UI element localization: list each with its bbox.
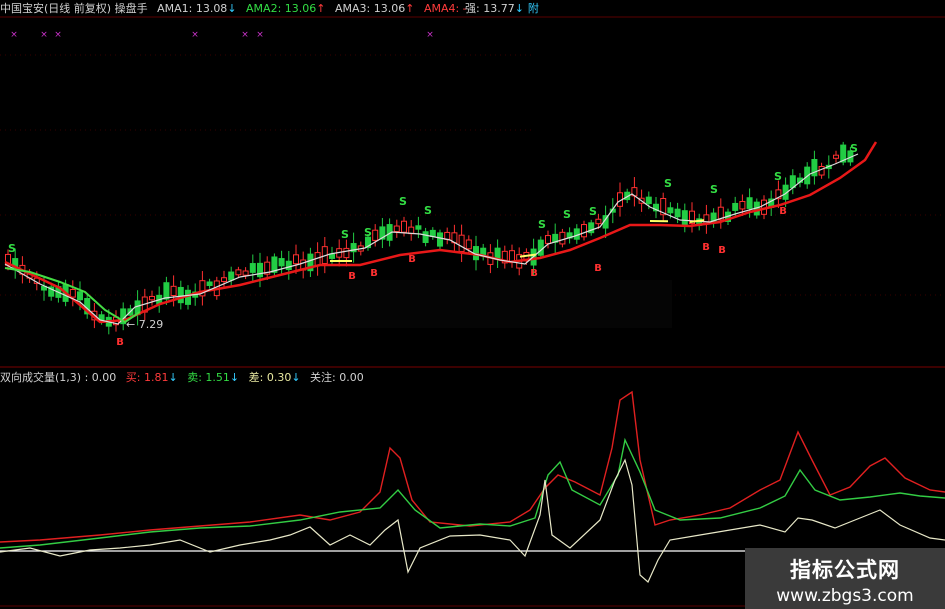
candle-up <box>465 239 472 250</box>
buy-signal-b: B <box>779 206 787 217</box>
candle-down <box>278 258 285 267</box>
focus-value: 关注: 0.00 <box>310 371 364 384</box>
buy-value: 买: 1.81↓ <box>125 371 178 384</box>
candle-down <box>537 239 544 256</box>
candle-down <box>329 253 335 259</box>
candle-down <box>573 228 580 240</box>
candle-up <box>170 285 177 296</box>
buy-volume-line <box>0 390 945 543</box>
candle-up <box>581 224 587 238</box>
sell-signal-s: S <box>589 205 597 218</box>
candle-down <box>177 286 184 304</box>
candle-up <box>739 200 746 210</box>
sell-signal-s: S <box>710 183 718 196</box>
sell-signal-s: S <box>364 226 372 239</box>
candle-down <box>77 291 83 301</box>
marker-x: × <box>241 30 249 40</box>
candle-up <box>818 165 825 176</box>
buy-signal-b: B <box>530 268 538 279</box>
sell-signal-s: S <box>664 177 672 190</box>
marker-x: × <box>40 30 48 40</box>
marker-x: × <box>54 30 62 40</box>
candle-up <box>221 277 227 282</box>
watermark-title: 指标公式网 <box>790 558 900 582</box>
sell-value: 卖: 1.51↓ <box>187 371 240 384</box>
redaction-block-top-right <box>534 18 945 140</box>
candle-down <box>437 232 443 247</box>
candle-up <box>444 231 451 240</box>
candle-up <box>235 269 242 276</box>
buy-signal-b: B <box>116 337 124 348</box>
marker-x: × <box>10 30 18 40</box>
candle-up <box>242 270 249 276</box>
candle-up <box>833 154 839 159</box>
candle-down <box>257 262 263 278</box>
marker-x: × <box>256 30 264 40</box>
candle-up <box>509 250 515 263</box>
candle-up <box>393 225 400 233</box>
buy-signal-b: B <box>370 268 378 279</box>
candle-up <box>458 234 465 252</box>
sell-signal-s: S <box>538 218 546 231</box>
sell-signal-s: S <box>341 228 349 241</box>
marker-x: × <box>426 30 434 40</box>
price-low-label: ← 7.29 <box>126 318 163 331</box>
buy-signal-b: B <box>594 263 602 274</box>
candle-down <box>249 263 256 273</box>
redaction-block-center <box>270 280 672 328</box>
indicator-name: 双向成交量(1,3) : 0.00 <box>0 371 117 384</box>
volume-indicator-bar: 双向成交量(1,3) : 0.00 买: 1.81↓ 卖: 1.51↓ 差: 0… <box>0 370 370 386</box>
sell-signal-s: S <box>563 208 571 221</box>
sell-volume-line <box>0 437 945 549</box>
candle-up <box>595 218 602 225</box>
diff-value: 差: 0.30↓ <box>248 371 301 384</box>
candle-down <box>681 210 688 226</box>
buy-signal-b: B <box>702 242 710 253</box>
candle-down <box>746 197 753 209</box>
candle-down <box>645 196 652 205</box>
sell-signal-s: S <box>424 204 432 217</box>
candle-down <box>163 282 170 300</box>
candle-down <box>422 231 429 243</box>
buy-signal-b: B <box>718 245 726 256</box>
candle-up <box>545 235 551 244</box>
candle-up <box>372 229 379 241</box>
sell-signal-s: S <box>8 242 16 255</box>
candle-up <box>559 231 566 245</box>
candle-down <box>285 260 292 271</box>
watermark-logo: 指标公式网 www.zbgs3.com <box>745 548 945 609</box>
sell-signal-s: S <box>774 170 782 183</box>
candle-down <box>228 271 235 281</box>
candle-up <box>149 295 155 301</box>
candle-down <box>667 207 674 214</box>
candle-down <box>732 202 739 211</box>
candle-up <box>401 220 407 233</box>
sell-signal-s: S <box>399 195 407 208</box>
candle-down <box>206 281 213 286</box>
buy-signal-b: B <box>408 254 416 265</box>
watermark-url: www.zbgs3.com <box>776 586 914 606</box>
marker-x: × <box>191 30 199 40</box>
candle-up <box>293 254 299 265</box>
candle-up <box>343 247 350 259</box>
candle-down <box>415 225 422 230</box>
sell-signal-s: S <box>850 142 858 155</box>
candle-down <box>674 208 681 218</box>
